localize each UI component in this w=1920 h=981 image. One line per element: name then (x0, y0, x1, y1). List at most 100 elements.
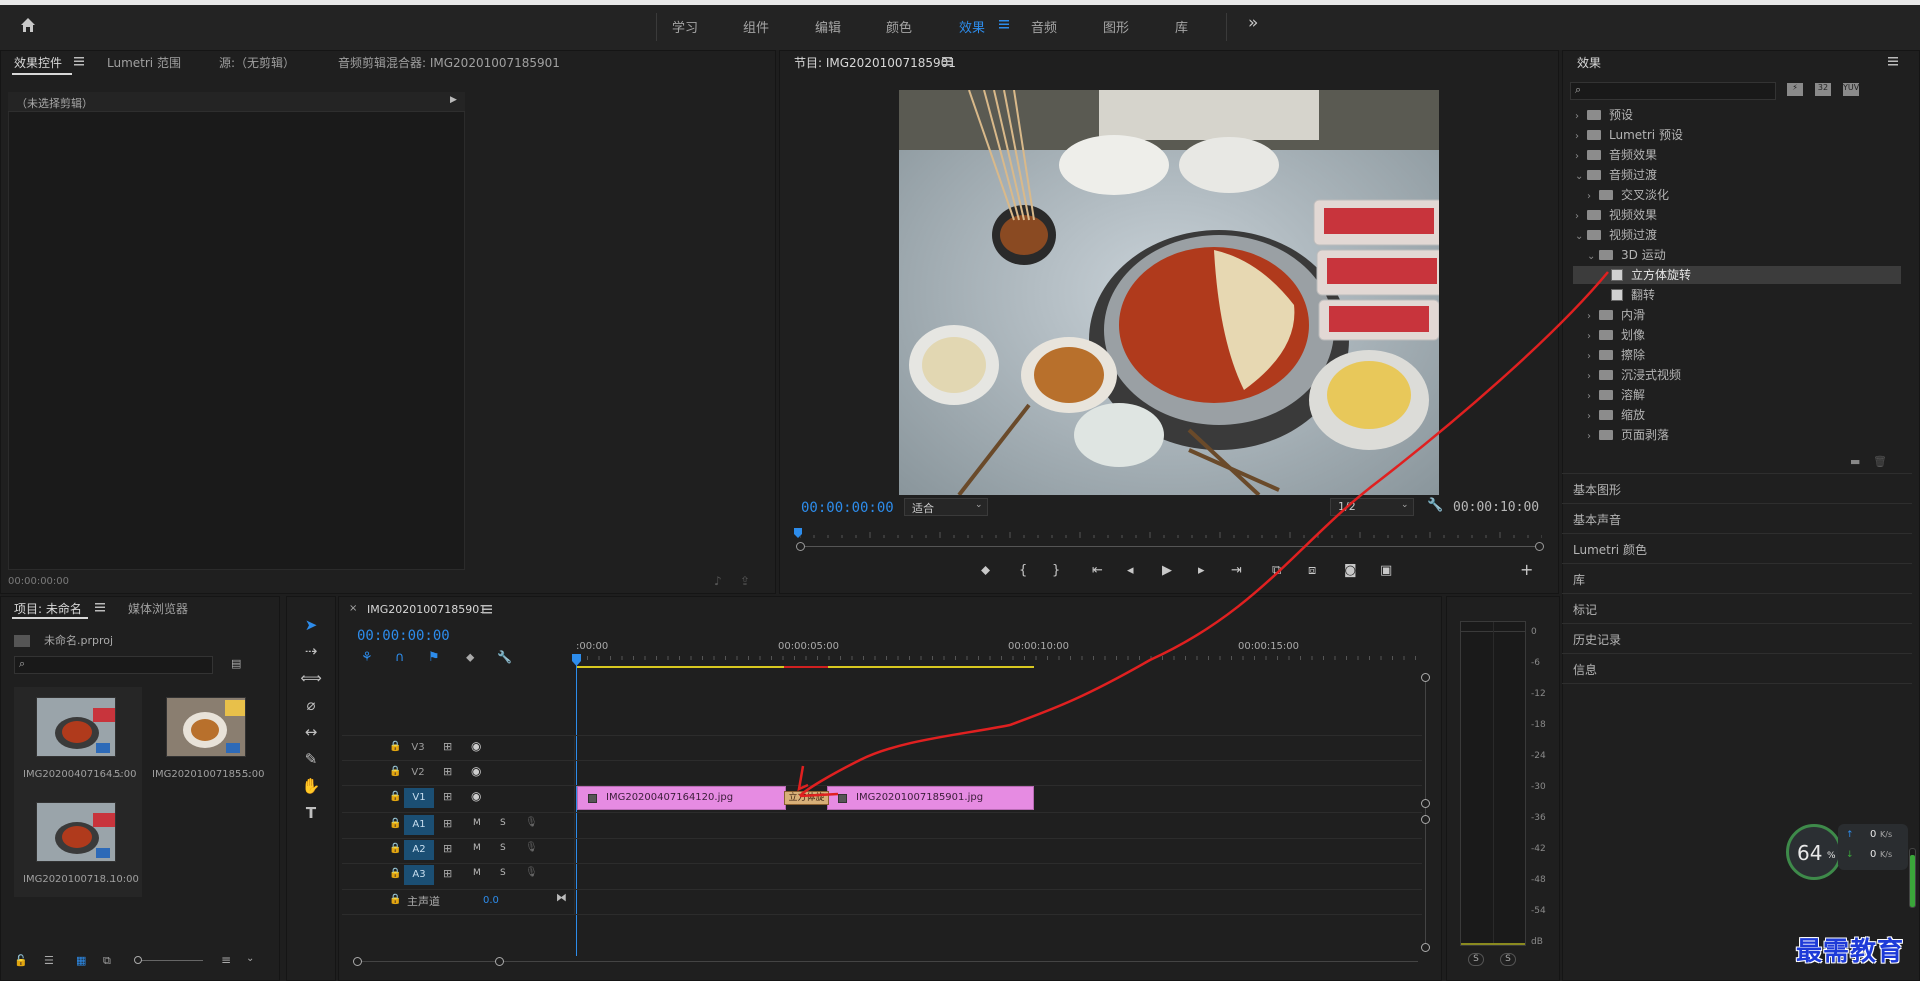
razor-tool-icon[interactable]: ⌀ (300, 694, 322, 716)
effects-title[interactable]: 效果 (1577, 54, 1601, 71)
tab-lumetri-scopes[interactable]: Lumetri 范围 (107, 54, 181, 71)
tab-graphics[interactable]: 图形 (1103, 17, 1129, 36)
slip-tool-icon[interactable]: ↔ (300, 721, 322, 743)
step-forward-icon[interactable]: ▸ (1198, 563, 1205, 578)
tab-assembly[interactable]: 组件 (743, 17, 769, 36)
sync-lock-icon[interactable]: ⊞ (443, 790, 452, 803)
add-button-icon[interactable]: + (1520, 560, 1533, 579)
effects-folder[interactable]: › 溶解 (1573, 386, 1901, 404)
effects-folder[interactable]: ⌄ 3D 运动 (1573, 246, 1901, 264)
master-volume-value[interactable]: 0.0 (483, 895, 499, 906)
lock-icon[interactable]: 🔒 (389, 741, 401, 752)
nest-icon[interactable]: ⚘ (361, 650, 373, 665)
tab-audio[interactable]: 音频 (1031, 17, 1057, 36)
effects-search-input[interactable]: ⌕ (1570, 82, 1776, 100)
project-item[interactable]: IMG20201007185... 5:00 (142, 687, 270, 792)
effects-folder[interactable]: › 擦除 (1573, 346, 1901, 364)
zoom-slider[interactable] (135, 960, 203, 961)
tab-menu-icon[interactable] (999, 19, 1009, 29)
chevron-down-icon[interactable]: ⌄ (1575, 231, 1587, 242)
effects-folder[interactable]: › 缩放 (1573, 406, 1901, 424)
effects-folder[interactable]: › 预设 (1573, 106, 1901, 124)
solo-button[interactable]: S (500, 843, 506, 853)
tab-learn[interactable]: 学习 (672, 17, 698, 36)
delete-icon[interactable]: 🗑 (1873, 455, 1887, 468)
effects-folder[interactable]: ⌄ 音频过渡 (1573, 166, 1901, 184)
tab-color[interactable]: 颜色 (886, 17, 912, 36)
tab-project[interactable]: 项目: 未命名 (14, 600, 82, 617)
sort-icon[interactable]: ≡ (221, 953, 231, 967)
microphone-icon[interactable]: 🎙 (525, 842, 538, 853)
tab-effects[interactable]: 效果 (959, 17, 985, 36)
track-label-v1[interactable]: V1 (404, 788, 434, 808)
chevron-right-icon[interactable]: › (1575, 151, 1587, 162)
sync-lock-icon[interactable]: ⊞ (443, 817, 452, 830)
pen-tool-icon[interactable]: ✎ (300, 748, 322, 770)
timeline-clip[interactable]: IMG20200407164120.jpg (577, 786, 786, 810)
chevron-right-icon[interactable]: › (1587, 331, 1599, 342)
chevron-down-icon[interactable]: ⌄ (1575, 171, 1587, 182)
close-icon[interactable]: × (349, 603, 357, 614)
lock-icon[interactable]: 🔓 (14, 954, 28, 967)
snap-icon[interactable]: ∩ (395, 650, 405, 665)
effects-folder[interactable]: › 划像 (1573, 326, 1901, 344)
home-icon[interactable] (18, 15, 38, 35)
effects-folder[interactable]: › 内滑 (1573, 306, 1901, 324)
icon-view-icon[interactable]: ▦ (76, 954, 86, 967)
track-label-a1[interactable]: A1 (404, 815, 434, 835)
wrench-icon[interactable]: 🔧 (1427, 498, 1443, 513)
program-playhead[interactable] (794, 528, 802, 538)
chevron-right-icon[interactable]: › (1587, 371, 1599, 382)
program-current-timecode[interactable]: 00:00:00:00 (801, 500, 894, 516)
mark-out-icon[interactable]: } (1052, 563, 1060, 578)
h-scroll-handle-right[interactable] (495, 957, 504, 966)
microphone-icon[interactable]: 🎙 (525, 817, 538, 828)
chevron-down-icon[interactable]: ⌄ (1587, 251, 1599, 262)
list-view-icon[interactable]: ☰ (44, 954, 54, 967)
program-zoom-handle-left[interactable] (796, 542, 805, 551)
sync-lock-icon[interactable]: ⊞ (443, 765, 452, 778)
find-icon[interactable]: ▤ (231, 657, 241, 670)
tab-libraries[interactable]: 库 (1175, 17, 1188, 36)
h-scroll-handle-left[interactable] (353, 957, 362, 966)
effects-folder[interactable]: ⌄ 视频过渡 (1573, 226, 1901, 244)
sync-lock-icon[interactable]: ⊞ (443, 842, 452, 855)
transition-cube-spin[interactable]: 立方体旋 (784, 791, 829, 805)
sync-lock-icon[interactable]: ⊞ (443, 740, 452, 753)
export-icon[interactable]: ⇪ (740, 574, 750, 588)
solo-button[interactable]: S (500, 868, 506, 878)
add-marker-icon[interactable]: ⬥ (981, 563, 990, 578)
section-markers[interactable]: 标记 (1573, 601, 1597, 618)
chevron-right-icon[interactable]: › (1587, 311, 1599, 322)
step-back-icon[interactable]: ◂ (1127, 563, 1134, 578)
v-scroll-handle-audio[interactable] (1421, 815, 1430, 824)
solo-left-button[interactable]: S (1468, 953, 1484, 966)
track-label-a2[interactable]: A2 (404, 840, 434, 860)
lock-icon[interactable]: 🔒 (389, 791, 401, 802)
chevron-down-icon[interactable]: ⌄ (246, 953, 254, 964)
timeline-settings-icon[interactable]: 🔧 (497, 650, 512, 664)
new-bin-icon[interactable]: ▬ (1850, 455, 1860, 468)
eye-icon[interactable]: ◉ (471, 764, 481, 778)
zoom-slider-handle[interactable] (134, 956, 142, 964)
accelerated-effects-icon[interactable]: ⚡ (1787, 83, 1803, 96)
track-select-tool-icon[interactable]: ⇢ (300, 640, 322, 662)
tab-editing[interactable]: 编辑 (815, 17, 841, 36)
chevron-right-icon[interactable]: › (1587, 411, 1599, 422)
play-icon[interactable]: ▶ (1162, 563, 1172, 578)
section-history[interactable]: 历史记录 (1573, 631, 1621, 648)
v-scroll-handle-mid[interactable] (1421, 799, 1430, 808)
lift-icon[interactable]: ⧉ (1272, 563, 1281, 578)
program-scrub-bar[interactable] (800, 546, 1542, 547)
play-only-icon[interactable]: ▶ (450, 95, 457, 105)
tab-effect-controls[interactable]: 效果控件 (14, 54, 62, 71)
program-mini-ruler[interactable] (800, 532, 1542, 538)
solo-button[interactable]: S (500, 818, 506, 828)
lock-icon[interactable]: 🔒 (389, 818, 401, 829)
section-essential-graphics[interactable]: 基本图形 (1573, 481, 1621, 498)
timeline-clip[interactable]: IMG20201007185901.jpg (827, 786, 1034, 810)
mark-in-icon[interactable]: { (1019, 563, 1027, 578)
solo-right-button[interactable]: S (1500, 953, 1516, 966)
32bit-effects-icon[interactable]: 32 (1815, 83, 1831, 96)
tab-source[interactable]: 源:（无剪辑） (219, 54, 295, 71)
